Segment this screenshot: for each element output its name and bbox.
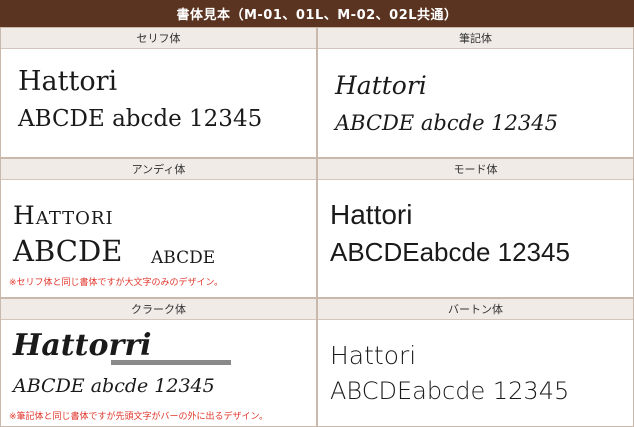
font-sample-sheet: 書体見本（M-01、01L、M-02、02L共通） セリフ体 Hattori A…	[0, 0, 634, 427]
page-title: 書体見本（M-01、01L、M-02、02L共通）	[0, 0, 634, 27]
sample-line-alphabet-upper: ABCDE	[13, 234, 123, 268]
sample-line-alphabet: ABCDE abcde 12345	[335, 111, 558, 135]
style-name: クラーク体	[1, 299, 316, 320]
style-name: バートン体	[318, 299, 633, 320]
style-note: ※セリフ体と同じ書体ですが大文字のみのデザイン。	[9, 278, 224, 288]
sample-line-name: Hattori	[335, 71, 427, 100]
sample-line-alphabet: ABCDEabcde 12345	[330, 377, 570, 405]
style-name: 筆記体	[318, 28, 633, 49]
name-underbar	[111, 360, 231, 365]
sample-line-name: Hattori	[13, 201, 114, 230]
sample-line-alphabet-lower: abcde	[151, 241, 216, 269]
sample-line-name: Hattori	[330, 199, 413, 230]
sample-line-alphabet: ABCDE abcde 12345	[18, 106, 263, 132]
style-note: ※筆記体と同じ書体ですが先頭文字がバーの外に出るデザイン。	[9, 412, 269, 422]
style-cell-barton: バートン体 Hattori ABCDEabcde 12345	[317, 298, 634, 427]
style-cell-mode: モード体 Hattori ABCDEabcde 12345	[317, 158, 634, 298]
style-cell-serif: セリフ体 Hattori ABCDE abcde 12345	[0, 27, 317, 158]
sample-line-name: Hattori	[330, 341, 417, 370]
style-name: セリフ体	[1, 28, 316, 49]
sample-line-name: Hattori	[18, 66, 118, 97]
style-name: モード体	[318, 159, 633, 180]
sample-line-alphabet: ABCDE abcde 12345	[13, 375, 215, 397]
font-sample-grid: セリフ体 Hattori ABCDE abcde 12345 筆記体 Hatto…	[0, 27, 634, 427]
sample-line-alphabet: ABCDEabcde 12345	[330, 237, 570, 267]
style-name: アンディ体	[1, 159, 316, 180]
sample-line-name: Hattorri	[13, 328, 152, 363]
style-cell-andy: アンディ体 Hattori ABCDE abcde ※セリフ体と同じ書体ですが大…	[0, 158, 317, 298]
style-cell-clark: クラーク体 Hattorri ABCDE abcde 12345 ※筆記体と同じ…	[0, 298, 317, 427]
style-cell-script: 筆記体 Hattori ABCDE abcde 12345	[317, 27, 634, 158]
